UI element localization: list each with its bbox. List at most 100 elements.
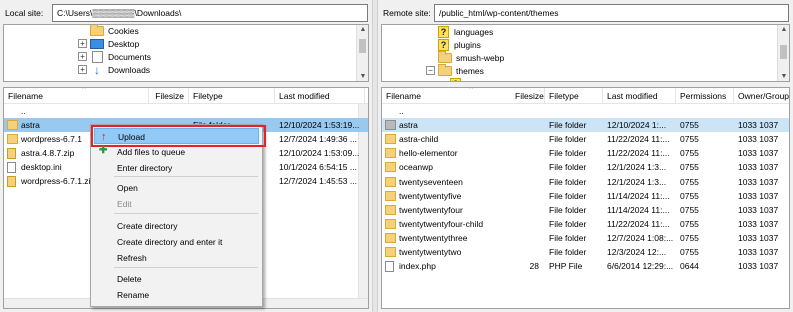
file-row[interactable]: .. bbox=[382, 104, 789, 118]
collapse-icon[interactable]: − bbox=[426, 66, 435, 75]
cell-modified: 11/22/2024 11:... bbox=[607, 218, 670, 229]
file-row[interactable]: twentyseventeen File folder 12/1/2024 1:3.… bbox=[382, 175, 789, 189]
tree-item[interactable]: + ↓ Downloads bbox=[78, 63, 150, 76]
cell-perm: 0755 bbox=[680, 218, 699, 229]
folder-icon bbox=[385, 204, 396, 215]
question-icon: ? bbox=[438, 25, 449, 38]
file-row[interactable]: astra-child File folder 11/22/2024 11:... 0… bbox=[382, 132, 789, 146]
expand-icon[interactable]: + bbox=[78, 52, 87, 61]
context-menu: ↑ Upload ✚ Add files to queue Enter director… bbox=[90, 124, 266, 307]
cell-modified: 12/10/2024 1:53:09... bbox=[279, 148, 360, 158]
upload-arrow-icon: ↑ bbox=[101, 131, 107, 143]
cell-perm: 0755 bbox=[680, 134, 699, 145]
scroll-up-icon[interactable]: ▲ bbox=[357, 26, 368, 33]
scroll-thumb[interactable] bbox=[780, 45, 787, 59]
tree-item-label: Downloads bbox=[108, 64, 151, 75]
cell-perm: 0755 bbox=[680, 120, 699, 131]
cell-owner: 1033 1037 bbox=[738, 148, 779, 159]
tree-item-label: smush-webp bbox=[456, 52, 505, 63]
desktop-icon bbox=[90, 38, 104, 49]
cell-modified: 12/1/2024 1:3... bbox=[607, 162, 667, 173]
cell-perm: 0755 bbox=[680, 176, 699, 187]
remote-site-label: Remote site: bbox=[383, 8, 431, 18]
tree-item[interactable]: ? languages bbox=[426, 25, 493, 38]
menu-item-upload[interactable]: ↑ Upload bbox=[94, 128, 259, 144]
tree-item[interactable]: ? plugins bbox=[426, 38, 481, 51]
downloads-icon: ↓ bbox=[94, 62, 100, 77]
cell-owner: 1033 1037 bbox=[738, 247, 779, 257]
cell-name: twentytwentytwo bbox=[399, 247, 462, 257]
cell-modified: 11/22/2024 11:... bbox=[607, 134, 670, 145]
menu-item-create-directory-and-enter-it[interactable]: Create directory and enter it bbox=[94, 234, 259, 250]
file-row[interactable]: oceanwp File folder 12/1/2024 1:3... 0755 10… bbox=[382, 160, 789, 174]
file-row[interactable]: hello-elementor File folder 11/22/2024 11:… bbox=[382, 146, 789, 160]
menu-item-delete[interactable]: Delete bbox=[94, 271, 259, 287]
menu-item-create-directory[interactable]: Create directory bbox=[94, 218, 259, 234]
expand-icon[interactable]: + bbox=[78, 39, 87, 48]
tree-item-label: Documents bbox=[108, 51, 151, 62]
menu-item-label: Refresh bbox=[117, 253, 147, 263]
menu-item-enter-directory[interactable]: Enter directory bbox=[94, 160, 259, 176]
menu-item-add-files-to-queue[interactable]: ✚ Add files to queue bbox=[94, 144, 259, 160]
column-header-last-modified[interactable]: Last modified bbox=[603, 88, 676, 104]
scroll-down-icon[interactable]: ▼ bbox=[357, 73, 368, 80]
cell-perm: 0755 bbox=[680, 190, 699, 201]
tree-item[interactable]: Cookies bbox=[78, 25, 139, 37]
remote-path-input[interactable]: /public_html/wp-content/themes bbox=[434, 4, 789, 22]
file-row[interactable]: index.php 28 PHP File 6/6/2014 12:29:... 064… bbox=[382, 259, 789, 273]
column-header-filetype[interactable]: Filetype bbox=[545, 88, 603, 104]
local-path-input[interactable]: C:\Users\▒▒▒▒▒▒▒\Downloads\ bbox=[52, 4, 368, 22]
zip-archive-icon bbox=[7, 148, 16, 159]
folder-icon bbox=[385, 134, 396, 145]
scroll-up-icon[interactable]: ▲ bbox=[778, 26, 789, 33]
tree-item[interactable]: − themes bbox=[426, 63, 484, 77]
file-row[interactable]: astra File folder 12/10/2024 1:... 0755 1033… bbox=[382, 118, 789, 133]
cell-owner: 1033 1037 bbox=[738, 190, 779, 201]
menu-item-label: Edit bbox=[117, 199, 132, 209]
column-header-filetype[interactable]: Filetype bbox=[189, 88, 275, 104]
folder-icon bbox=[385, 176, 396, 187]
tree-item-label: Desktop bbox=[108, 38, 140, 49]
menu-item-open[interactable]: Open bbox=[94, 180, 259, 196]
remote-directory-tree[interactable]: ▲ ▼ ? languages? plugins smush-webp − themes?… bbox=[381, 24, 790, 82]
column-header-filesize[interactable]: Filesize bbox=[149, 88, 189, 104]
file-row[interactable]: twentytwentythree File folder 12/7/2024 1:… bbox=[382, 231, 789, 245]
tree-item[interactable]: ? astra bbox=[438, 77, 485, 81]
cell-type: File folder bbox=[549, 232, 587, 243]
cell-modified: 10/1/2024 6:54:15 ... bbox=[279, 162, 357, 172]
scroll-thumb[interactable] bbox=[359, 39, 366, 53]
expand-icon[interactable]: + bbox=[78, 65, 87, 74]
cell-perm: 0644 bbox=[680, 261, 699, 272]
file-row[interactable]: twentytwentyfive File folder 11/14/2024 11… bbox=[382, 189, 789, 203]
menu-item-label: Rename bbox=[117, 290, 150, 300]
menu-item-rename[interactable]: Rename bbox=[94, 287, 259, 303]
column-header-filesize[interactable]: Filesize bbox=[511, 88, 545, 104]
column-header-filename[interactable]: Filename bbox=[4, 88, 149, 104]
column-header-permissions[interactable]: Permissions bbox=[676, 88, 734, 104]
file-row[interactable]: twentytwentyfour-child File folder 11/22/2… bbox=[382, 217, 789, 231]
menu-item-label: Upload bbox=[118, 132, 145, 142]
cell-owner: 1033 1037 bbox=[738, 162, 779, 173]
remote-tree-scrollbar[interactable]: ▲ ▼ bbox=[777, 25, 789, 81]
file-icon bbox=[385, 261, 394, 273]
folder-icon bbox=[385, 232, 396, 243]
column-header-last-modified[interactable]: Last modified bbox=[275, 88, 365, 104]
file-row[interactable]: twentytwentyfour File folder 11/14/2024 11… bbox=[382, 203, 789, 217]
column-header-owner-group[interactable]: Owner/Group bbox=[734, 88, 789, 104]
remote-list-header: Filename Filesize Filetype Last modified Per… bbox=[382, 88, 789, 104]
file-row[interactable]: .. bbox=[4, 104, 368, 118]
tree-item[interactable]: smush-webp bbox=[426, 50, 505, 64]
menu-item-refresh[interactable]: Refresh bbox=[94, 250, 259, 266]
tree-item[interactable]: + Documents bbox=[78, 50, 151, 63]
cell-perm: 0755 bbox=[680, 247, 699, 257]
scroll-down-icon[interactable]: ▼ bbox=[778, 73, 789, 80]
cell-owner: 1033 1037 bbox=[738, 218, 779, 229]
cell-perm: 0755 bbox=[680, 204, 699, 215]
local-directory-tree[interactable]: ▲ ▼ Cookies + Desktop + Documents + ↓ Downloads bbox=[3, 24, 369, 82]
file-row[interactable]: twentytwentytwo File folder 12/3/2024 12:.… bbox=[382, 245, 789, 259]
tree-item[interactable]: + Desktop bbox=[78, 37, 139, 50]
cell-modified: 12/7/2024 1:45:53 ... bbox=[279, 176, 357, 186]
folder-icon bbox=[385, 247, 396, 257]
remote-file-list[interactable]: Filename Filesize Filetype Last modified Per… bbox=[381, 87, 790, 309]
local-tree-scrollbar[interactable]: ▲ ▼ bbox=[356, 25, 368, 81]
